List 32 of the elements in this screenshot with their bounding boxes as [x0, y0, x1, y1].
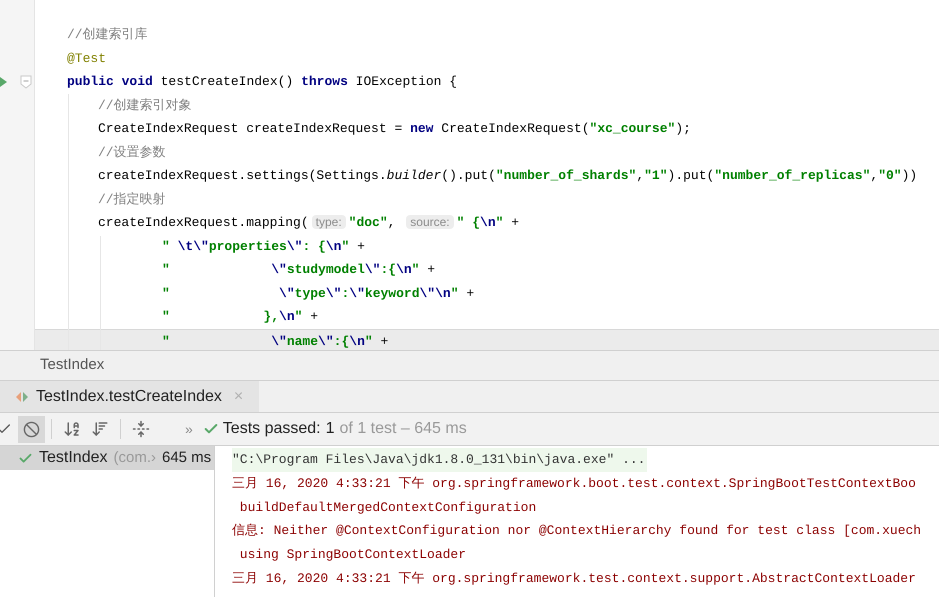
code-line: createIndexRequest.mapping( type: "doc", source: " {\n" +: [97, 214, 520, 232]
split-diamond-icon: [16, 390, 28, 402]
code-line: //创建索引对象: [97, 96, 193, 114]
code-line: public void testCreateIndex() throws IOException {: [66, 73, 458, 91]
code-line: createIndexRequest.settings(Settings.builder().put("number_of_shards","1").put("number_of_replicas","0")): [97, 167, 918, 185]
code-line: @Test: [66, 50, 108, 68]
console-line: using SpringBootContextLoader: [238, 546, 466, 564]
tests-passed-count: 1: [326, 419, 335, 439]
code-line: //创建索引库: [66, 26, 149, 44]
stop-icon: [23, 420, 40, 438]
sort-alphabetical-icon[interactable]: [63, 420, 81, 438]
run-tab[interactable]: TestIndex.testCreateIndex ×: [0, 381, 260, 412]
code-line: CreateIndexRequest createIndexRequest = new CreateIndexRequest("xc_course");: [97, 120, 692, 138]
code-line: //指定映射: [97, 190, 167, 208]
console-line: 三月 16, 2020 4:33:21 下午 org.springframework.boot.test.context.SpringBootTestContextBoo: [232, 474, 916, 493]
stop-toggle-button[interactable]: [18, 416, 45, 442]
code-line: " },\n" +: [161, 308, 320, 326]
tests-status-detail: of 1 test – 645 ms: [340, 419, 467, 439]
sort-duration-icon[interactable]: [91, 420, 109, 438]
expand-collapse-icon[interactable]: [132, 420, 150, 438]
test-tree-item[interactable]: TestIndex (com.› 645 ms: [0, 446, 214, 470]
code-line: " \"studymodel\":{\n" +: [161, 261, 436, 279]
panel-title: TestIndex: [40, 355, 104, 376]
console-line: buildDefaultMergedContextConfiguration: [238, 498, 536, 517]
console-line: 三月 16, 2020 4:33:21 下午 org.springframework.test.context.support.AbstractContextLoader: [232, 570, 916, 588]
code-line: " \t\"properties\": {\n" +: [161, 238, 366, 256]
code-line: " \"type\":\"keyword\"\n" +: [161, 284, 476, 302]
tests-status-label: Tests passed:: [222, 419, 321, 439]
code-line: //设置参数: [97, 144, 167, 162]
run-arrow-icon[interactable]: [0, 77, 7, 87]
console-line: 信息: Neither @ContextConfiguration nor @ContextHierarchy found for test class [com.xuech: [232, 522, 922, 540]
fold-marker-icon[interactable]: [20, 75, 32, 89]
